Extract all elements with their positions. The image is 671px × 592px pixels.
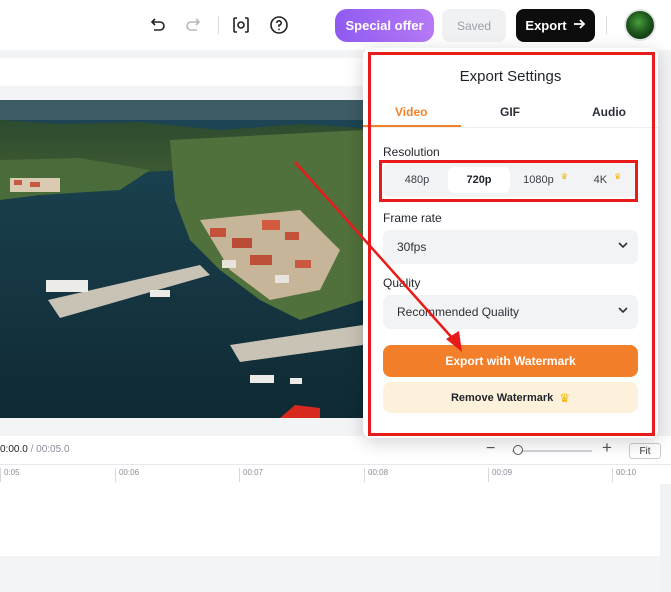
duration: 00:05.0 xyxy=(36,444,70,455)
toolbar-divider xyxy=(606,16,607,34)
zoom-slider[interactable] xyxy=(512,450,592,452)
timeline-scrollbar[interactable] xyxy=(660,484,671,592)
ruler-tick: 00:06 xyxy=(115,468,139,482)
time-separator: / xyxy=(27,444,37,455)
ruler-tick: 0:05 xyxy=(0,468,20,482)
canvas-toolbar-strip xyxy=(0,58,363,86)
redo-icon[interactable] xyxy=(182,13,206,37)
toolbar-divider xyxy=(218,16,219,34)
avatar[interactable] xyxy=(624,9,656,41)
timeline-track[interactable] xyxy=(0,484,660,556)
editor-app: Special offer Saved Export 0:00.0 / 00:0… xyxy=(0,0,671,592)
saved-button: Saved xyxy=(442,9,506,42)
harbor-aerial-image xyxy=(0,100,363,418)
zoom-in-button[interactable]: + xyxy=(602,438,612,458)
video-preview[interactable] xyxy=(0,100,363,418)
special-offer-button[interactable]: Special offer xyxy=(335,9,434,42)
zoom-out-button[interactable]: − xyxy=(486,440,495,458)
undo-icon[interactable] xyxy=(145,13,169,37)
ruler-tick: 00:09 xyxy=(488,468,512,482)
annotation-box-resolution xyxy=(379,160,638,202)
ruler-tick: 00:07 xyxy=(239,468,263,482)
arrow-right-icon xyxy=(573,18,586,33)
screen-record-icon[interactable] xyxy=(229,13,253,37)
timecode: 0:00.0 / 00:05.0 xyxy=(0,444,70,455)
zoom-slider-handle[interactable] xyxy=(513,445,523,455)
top-bar: Special offer Saved Export xyxy=(0,0,671,50)
current-time: 0:00.0 xyxy=(0,444,28,455)
annotation-box-panel xyxy=(368,52,655,436)
help-icon[interactable] xyxy=(267,13,291,37)
ruler-tick: 00:10 xyxy=(612,468,636,482)
export-button-label: Export xyxy=(525,18,567,33)
fit-button[interactable]: Fit xyxy=(629,443,661,459)
timeline-ruler[interactable]: 0:05 00:06 00:07 00:08 00:09 00:10 xyxy=(0,464,671,484)
ruler-tick: 00:08 xyxy=(364,468,388,482)
export-button[interactable]: Export xyxy=(516,9,595,42)
